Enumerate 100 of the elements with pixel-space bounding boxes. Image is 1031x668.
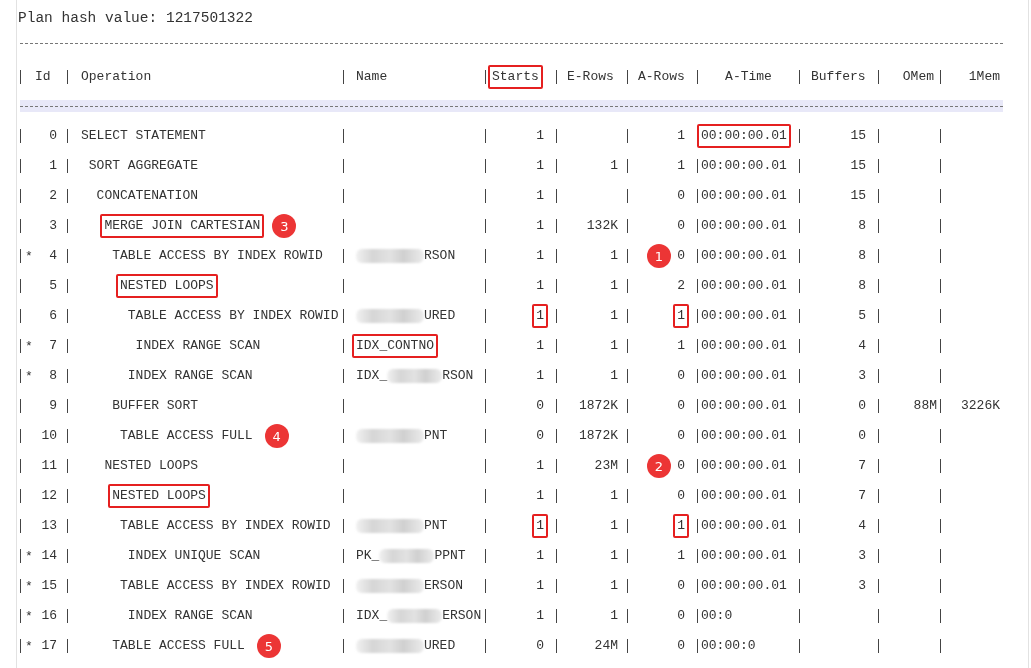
buffers-cell: 3 [858,549,866,563]
a-rows-cell: 1 [673,304,689,328]
a-time-cell: 00:00:00.01 [701,429,787,443]
name-text: PK_ [356,549,380,563]
omem-cell: 88M [913,399,937,413]
plan-hash-title: Plan hash value: 1217501322 [18,10,253,26]
name-text: IDX_ [356,609,388,623]
buffers-cell: 3 [858,369,866,383]
name-text: URED [424,639,456,653]
a-time-cell: 00:00:00.01 [701,519,787,533]
one-mem-cell: 3226K [961,399,1000,413]
buffers-cell: 8 [858,249,866,263]
predicate-marker: * [25,608,33,624]
a-time-cell: 00:00:00.01 [701,189,787,203]
a-rows-cell: 0 [677,579,685,593]
starts-cell: 1 [536,159,544,173]
id-cell: 5 [49,279,57,293]
starts-cell: 1 [532,514,548,538]
buffers-cell: 15 [850,129,866,143]
column-header: A-Time [725,70,772,84]
a-time-cell: 00:00:00.01 [701,309,787,323]
number-badge: 5 [256,634,281,658]
e-rows-cell: 1 [610,369,618,383]
starts-cell: 0 [536,429,544,443]
column-header: Id [35,70,51,84]
starts-cell: 1 [536,249,544,263]
id-cell: 2 [49,189,57,203]
name-text: ERSON [442,609,482,623]
a-rows-cell: 0 [677,399,685,413]
starts-cell: 1 [536,609,544,623]
a-rows-cell: 0 [677,189,685,203]
id-cell: 16 [41,609,57,623]
operation-cell: TABLE ACCESS FULL [120,429,253,443]
column-header: A-Rows [638,70,685,84]
starts-cell: 1 [536,339,544,353]
id-cell: 10 [41,429,57,443]
a-time-cell: 00:00:00.01 [701,369,787,383]
a-rows-cell: 0 [677,429,685,443]
operation-cell: SELECT STATEMENT [81,129,206,143]
id-cell: 8 [49,369,57,383]
a-time-cell: 00:0 [701,609,733,623]
a-time-cell: 00:00:00.01 [701,579,787,593]
a-time-cell: 00:00:00.01 [701,279,787,293]
id-cell: 0 [49,129,57,143]
e-rows-cell: 1 [610,579,618,593]
a-rows-cell: 0 [677,459,685,473]
id-cell: 4 [49,249,57,263]
e-rows-cell: 24M [594,639,618,653]
id-cell: 9 [49,399,57,413]
a-rows-cell: 0 [677,609,685,623]
buffers-cell: 8 [858,279,866,293]
a-time-cell: 00:00:00.01 [701,489,787,503]
column-header: Name [356,70,388,84]
e-rows-cell: 1 [610,159,618,173]
a-rows-cell: 0 [677,639,685,653]
e-rows-cell: 1 [610,339,618,353]
id-cell: 7 [49,339,57,353]
predicate-marker: * [25,578,33,594]
e-rows-cell: 1 [610,519,618,533]
name-text: RSON [442,369,474,383]
starts-cell: 1 [536,129,544,143]
a-rows-cell: 1 [677,159,685,173]
starts-cell: 1 [536,579,544,593]
buffers-cell: 0 [858,399,866,413]
number-badge: 3 [272,214,297,238]
a-rows-cell: 2 [677,279,685,293]
buffers-cell: 15 [850,189,866,203]
e-rows-cell: 132K [586,219,618,233]
predicate-marker: * [25,368,33,384]
a-time-cell: 00:00:00.01 [701,549,787,563]
a-time-cell: 00:00:00.01 [701,249,787,263]
predicate-marker: * [25,638,33,654]
operation-cell: INDEX UNIQUE SCAN [127,549,261,563]
starts-cell: 1 [536,489,544,503]
name-text: RSON [424,249,456,263]
buffers-cell: 4 [858,519,866,533]
a-rows-cell: 0 [677,249,685,263]
e-rows-cell: 1872K [579,399,618,413]
operation-cell: TABLE ACCESS BY INDEX ROWID [127,309,339,323]
a-time-cell: 00:00:00.01 [701,459,787,473]
starts-cell: 1 [536,279,544,293]
buffers-cell: 8 [858,219,866,233]
e-rows-cell: 1 [610,609,618,623]
a-rows-cell: 0 [677,369,685,383]
a-rows-cell: 0 [677,219,685,233]
starts-cell: 1 [536,369,544,383]
buffers-cell: 15 [850,159,866,173]
id-cell: 13 [41,519,57,533]
buffers-cell: 0 [858,429,866,443]
a-time-cell: 00:00:00.01 [701,339,787,353]
name-cell: IDX_CONTNO [352,334,438,358]
a-rows-cell: 1 [673,514,689,538]
name-text: ERSON [424,579,463,593]
a-rows-cell: 1 [677,339,685,353]
e-rows-cell: 1 [610,549,618,563]
number-badge: 1 [647,244,671,268]
a-time-cell: 00:00:00.01 [701,399,787,413]
name-text: IDX_ [356,369,388,383]
buffers-cell: 4 [858,339,866,353]
id-cell: 14 [41,549,57,563]
